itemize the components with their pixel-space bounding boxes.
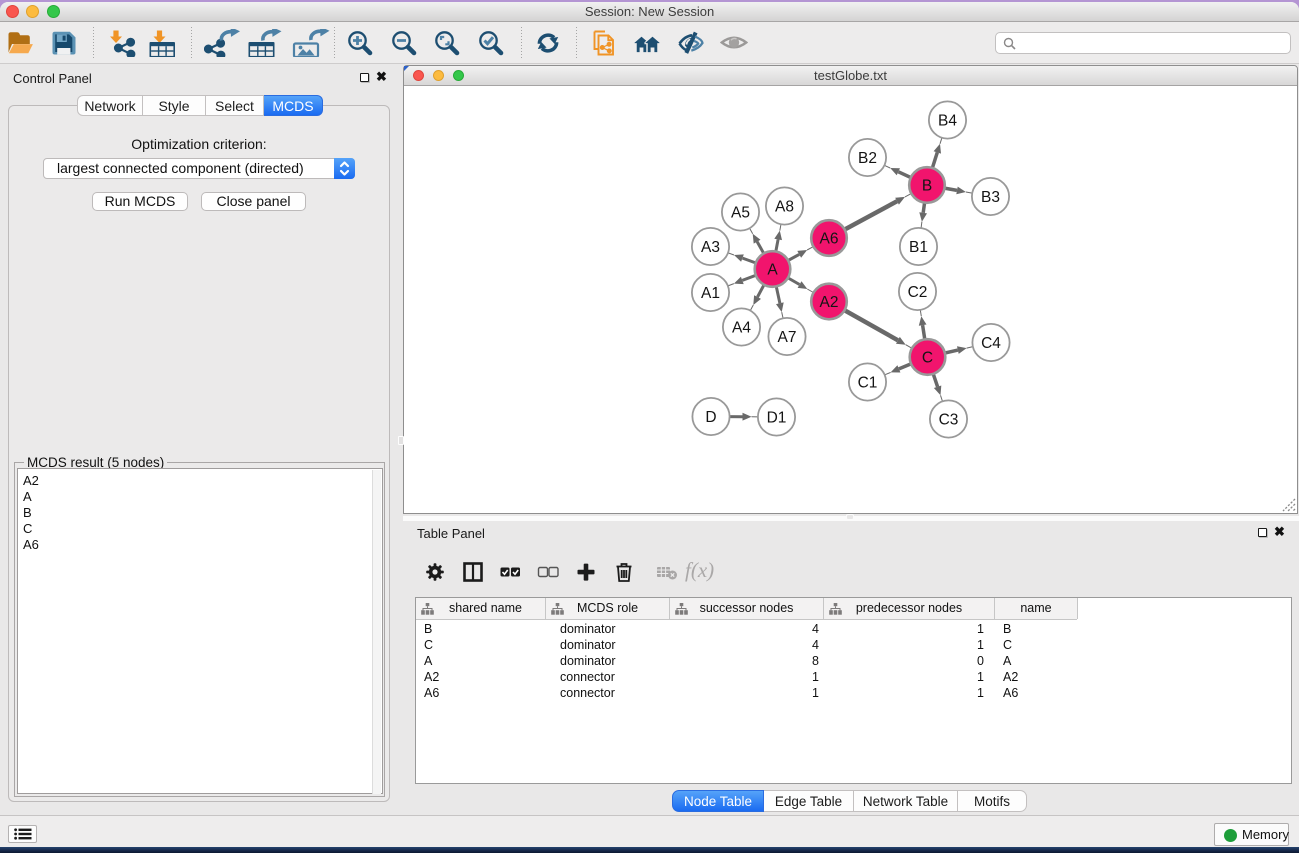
svg-text:A1: A1 — [701, 285, 720, 302]
svg-text:C: C — [922, 350, 933, 367]
svg-text:A2: A2 — [820, 294, 839, 311]
svg-text:C2: C2 — [908, 284, 928, 301]
svg-text:B3: B3 — [981, 189, 1000, 206]
svg-text:B1: B1 — [909, 239, 928, 256]
svg-text:C3: C3 — [939, 412, 959, 429]
svg-text:A3: A3 — [701, 239, 720, 256]
svg-text:D: D — [705, 409, 716, 426]
svg-text:B2: B2 — [858, 150, 877, 167]
svg-text:A4: A4 — [732, 320, 751, 337]
svg-text:B: B — [922, 178, 932, 195]
svg-text:C4: C4 — [981, 335, 1001, 352]
svg-text:B4: B4 — [938, 113, 957, 130]
svg-text:A5: A5 — [731, 205, 750, 222]
svg-text:A6: A6 — [820, 231, 839, 248]
svg-text:D1: D1 — [767, 410, 787, 427]
svg-text:A7: A7 — [778, 329, 797, 346]
svg-text:A8: A8 — [775, 199, 794, 216]
svg-text:C1: C1 — [858, 375, 878, 392]
svg-text:A: A — [767, 262, 778, 279]
